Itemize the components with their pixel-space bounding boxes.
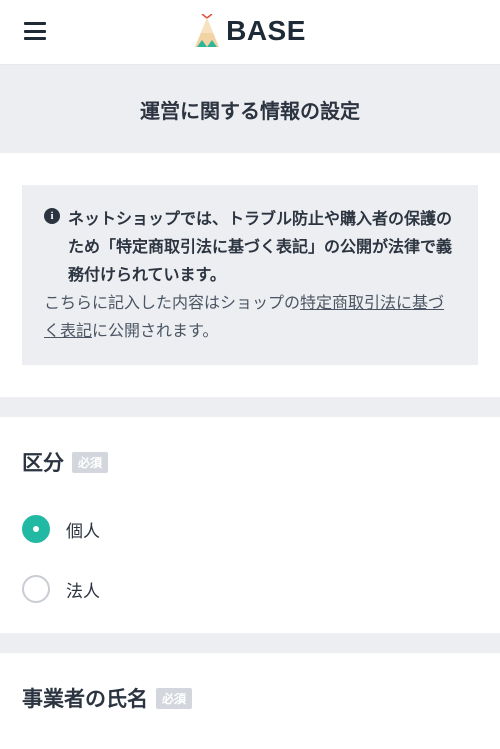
required-badge: 必須 bbox=[156, 687, 193, 709]
operator-name-section: 事業者の氏名 必須 bbox=[0, 653, 500, 749]
notice-sub-suffix: に公開されます。 bbox=[92, 321, 219, 340]
radio-option-corporation[interactable]: 法人 bbox=[22, 559, 478, 619]
page-title: 運営に関する情報の設定 bbox=[140, 98, 360, 123]
section-divider bbox=[0, 633, 500, 653]
category-section: 区分 必須 個人 法人 bbox=[0, 417, 500, 633]
operator-name-label: 事業者の氏名 bbox=[22, 687, 148, 711]
notice-section: i ネットショップでは、トラブル防止や購入者の保護のため「特定商取引法に基づく表… bbox=[0, 153, 500, 397]
operator-name-label-row: 事業者の氏名 必須 bbox=[22, 683, 478, 713]
info-icon: i bbox=[44, 208, 60, 224]
brand-name: BASE bbox=[226, 15, 306, 46]
notice-sub-prefix: こちらに記入した内容はショップの bbox=[44, 293, 301, 312]
section-divider bbox=[0, 397, 500, 417]
app-header: BASE bbox=[0, 0, 500, 65]
notice-sub-text: こちらに記入した内容はショップの特定商取引法に基づく表記に公開されます。 bbox=[20, 289, 458, 345]
notice-box: i ネットショップでは、トラブル防止や購入者の保護のため「特定商取引法に基づく表… bbox=[22, 185, 478, 365]
tent-logo-icon bbox=[195, 14, 220, 47]
radio-option-individual[interactable]: 個人 bbox=[22, 499, 478, 559]
category-label-row: 区分 必須 bbox=[22, 447, 478, 477]
notice-bold-text: ネットショップでは、トラブル防止や購入者の保護のため「特定商取引法に基づく表記」… bbox=[68, 209, 453, 284]
radio-button-unchecked[interactable] bbox=[22, 575, 50, 603]
brand-logo[interactable]: BASE bbox=[0, 14, 500, 48]
category-label: 区分 bbox=[22, 451, 64, 475]
required-badge: 必須 bbox=[72, 451, 109, 473]
page-title-bar: 運営に関する情報の設定 bbox=[0, 65, 500, 153]
radio-button-checked[interactable] bbox=[22, 515, 50, 543]
radio-label: 法人 bbox=[66, 581, 100, 602]
radio-label: 個人 bbox=[66, 521, 100, 542]
